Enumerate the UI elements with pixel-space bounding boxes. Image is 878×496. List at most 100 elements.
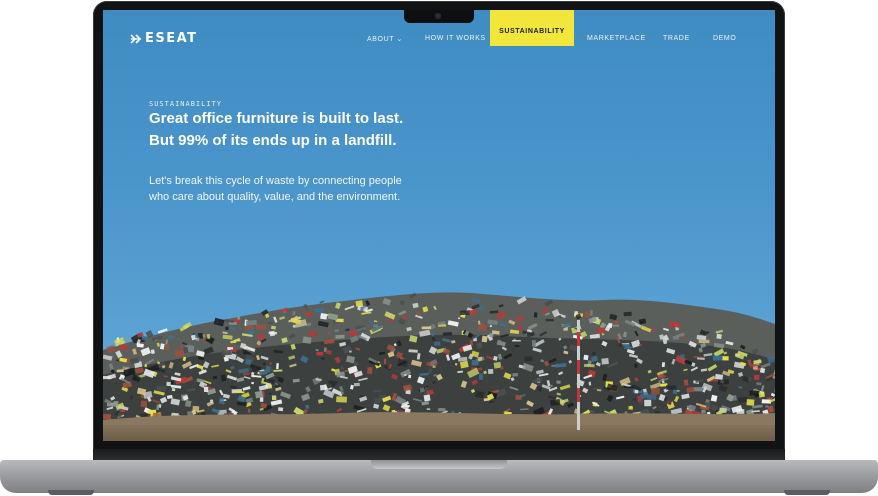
landfill-debris [438, 407, 446, 412]
landfill-debris [254, 390, 264, 399]
camera-icon [435, 13, 441, 19]
landfill-debris [271, 395, 277, 401]
nav-marketplace[interactable]: MARKETPLACE [587, 35, 646, 42]
landfill-debris [373, 389, 382, 393]
site-logo[interactable]: ESEAT [130, 31, 198, 46]
landfill-debris [624, 343, 630, 350]
landfill-debris [710, 394, 718, 402]
landfill-debris [545, 318, 554, 322]
landfill-debris [305, 404, 309, 409]
landfill-debris [767, 397, 773, 400]
landfill-debris [340, 391, 344, 395]
landfill-debris [634, 389, 639, 394]
landfill-debris [267, 322, 273, 324]
landfill-debris [634, 363, 638, 368]
landfill-debris [434, 341, 441, 346]
landfill-debris [431, 331, 435, 337]
landfill-debris [714, 373, 724, 380]
landfill-debris [477, 356, 483, 362]
landfill-debris [388, 318, 393, 323]
landfill-debris [179, 345, 184, 349]
landfill-debris [765, 405, 769, 408]
landfill-debris [292, 311, 296, 316]
landfill-debris [716, 333, 722, 340]
landfill-debris [481, 335, 488, 343]
landfill-debris [204, 386, 209, 392]
landfill-debris [460, 310, 471, 316]
landfill-debris [245, 359, 252, 365]
landfill-debris [512, 373, 519, 377]
landfill-debris [584, 311, 590, 318]
landfill-debris [556, 380, 561, 384]
landfill-debris [221, 349, 232, 356]
laptop-opening-notch [371, 460, 507, 469]
nav-trade[interactable]: TRADE [663, 35, 690, 42]
hero-headline-line-2: But 99% of its ends up in a landfill. [149, 132, 397, 149]
landfill-debris [255, 324, 267, 330]
landfill-debris [701, 409, 706, 414]
landfill-debris [278, 407, 284, 412]
landfill-debris [515, 394, 522, 400]
landfill-debris [184, 400, 192, 408]
landfill-debris [722, 356, 729, 361]
landfill-debris [360, 306, 364, 311]
landfill-debris [550, 384, 553, 387]
landfill-debris [679, 354, 685, 360]
landfill-debris [374, 397, 381, 403]
landfill-debris [122, 337, 131, 342]
landfill-debris [263, 362, 266, 366]
landfill-debris [754, 374, 760, 381]
logo-mark-icon [130, 33, 142, 44]
camera-notch [404, 10, 474, 23]
landfill-debris [247, 408, 251, 413]
landfill-debris [651, 387, 660, 395]
landfill-debris [225, 326, 229, 331]
landfill-debris [493, 361, 502, 369]
landfill-debris [248, 329, 252, 332]
landfill-debris [524, 356, 533, 362]
landfill-debris [314, 308, 324, 313]
landfill-debris [488, 369, 494, 374]
landfill-debris [514, 345, 520, 348]
hero-body-line-2: who care about quality, value, and the e… [149, 191, 401, 203]
landfill-debris [597, 327, 605, 334]
landfill-debris [661, 362, 666, 368]
landfill-debris [236, 401, 247, 406]
landfill-debris [712, 355, 724, 361]
landfill-debris [693, 387, 703, 392]
landfill-debris [367, 367, 373, 374]
landfill-debris [476, 342, 483, 349]
landfill-debris [259, 397, 264, 402]
landfill-debris [140, 400, 148, 408]
landfill-debris [672, 389, 678, 395]
landfill-debris [698, 339, 710, 344]
landfill-debris [512, 340, 521, 342]
landfill-debris [533, 312, 538, 318]
landfill-debris [373, 324, 378, 328]
landfill-debris [583, 354, 589, 361]
landfill-debris [601, 357, 609, 365]
landfill-debris [478, 373, 483, 380]
landfill-debris [227, 347, 234, 350]
landfill-debris [269, 330, 276, 337]
landfill-debris [245, 319, 257, 326]
landfill-debris [475, 390, 485, 399]
landfill-debris [426, 408, 431, 411]
landfill-debris [113, 401, 119, 407]
landfill-debris [355, 325, 366, 333]
nav-about[interactable]: ABOUT ⌄ [367, 35, 403, 43]
nav-sustainability-active[interactable]: SUSTAINABILITY [490, 10, 574, 46]
landfill-debris [623, 311, 632, 317]
landfill-debris [583, 363, 595, 368]
landfill-debris [746, 399, 755, 406]
landfill-debris [423, 394, 431, 402]
landfill-debris [355, 300, 364, 307]
landfill-debris [736, 409, 745, 414]
nav-how-it-works[interactable]: HOW IT WORKS [425, 35, 486, 42]
landfill-debris [276, 363, 279, 370]
hero-body-line-1: Let's break this cycle of waste by conne… [149, 175, 402, 187]
landfill-debris [219, 397, 224, 404]
landfill-debris [696, 335, 707, 341]
nav-demo[interactable]: DEMO [713, 35, 736, 42]
landfill-debris [666, 385, 677, 390]
